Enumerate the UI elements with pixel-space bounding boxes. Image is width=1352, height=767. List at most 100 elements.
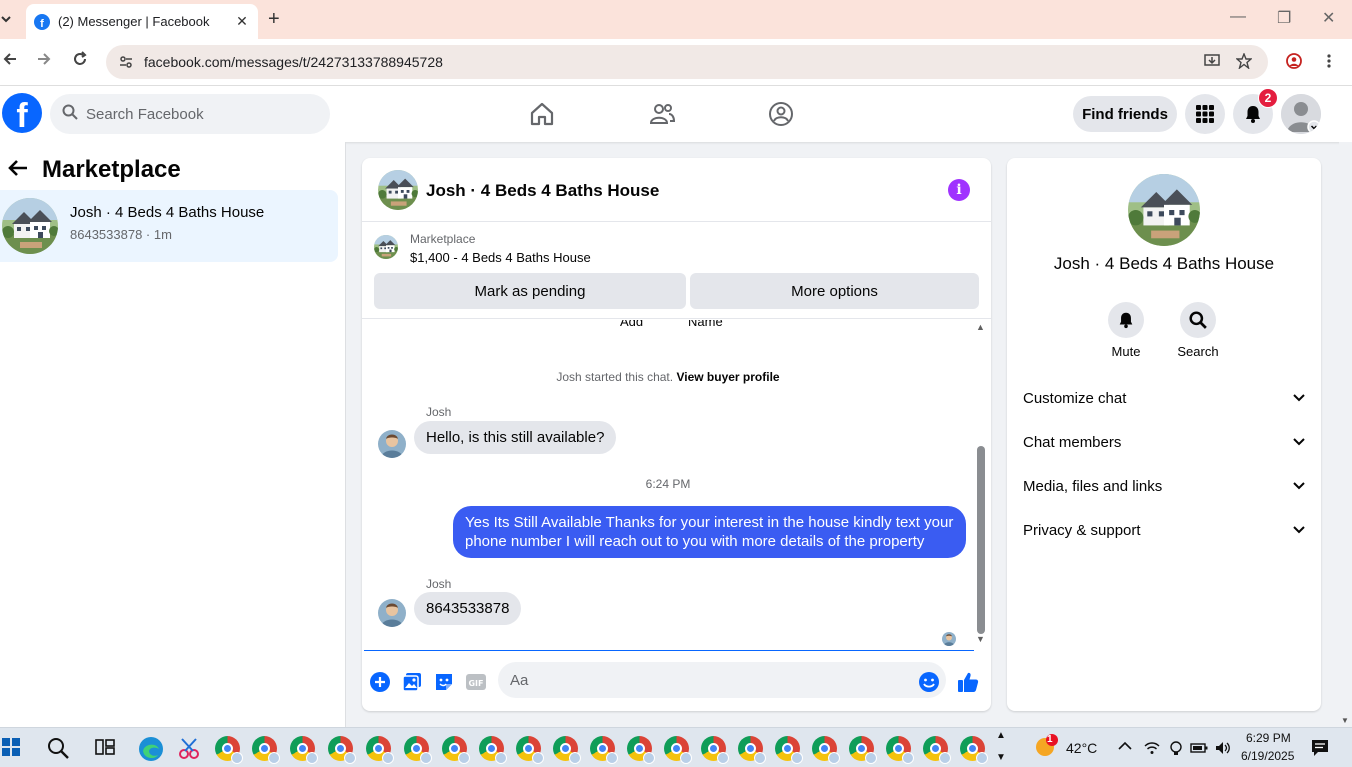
- chat-header-thumbnail[interactable]: [378, 170, 418, 210]
- browser-menu-icon[interactable]: [1326, 53, 1332, 74]
- outgoing-message[interactable]: Yes Its Still Available Thanks for your …: [453, 506, 966, 558]
- edge-icon[interactable]: [138, 736, 164, 762]
- chrome-profile-icon[interactable]: [849, 736, 877, 764]
- clock-date[interactable]: 6/19/2025: [1241, 749, 1294, 763]
- page-scrollbar[interactable]: ▼: [1339, 142, 1352, 727]
- details-thumbnail[interactable]: [1128, 174, 1200, 246]
- chrome-profile-icon[interactable]: [442, 736, 470, 764]
- back-arrow-icon[interactable]: [8, 157, 28, 183]
- tab-close-icon[interactable]: ✕: [234, 13, 250, 30]
- home-icon[interactable]: [528, 100, 556, 128]
- view-buyer-profile-link[interactable]: View buyer profile: [676, 370, 779, 384]
- restore-icon[interactable]: ❐: [1277, 8, 1291, 28]
- chat-title[interactable]: Josh · 4 Beds 4 Baths House: [426, 181, 659, 201]
- message-input[interactable]: [510, 671, 900, 689]
- system-tray-chevron-icon[interactable]: [1118, 738, 1132, 754]
- minimize-icon[interactable]: —: [1230, 8, 1246, 26]
- incoming-message[interactable]: 8643533878: [414, 592, 522, 625]
- thumbs-up-icon[interactable]: [956, 670, 980, 694]
- chrome-profile-icon[interactable]: [516, 736, 544, 764]
- chrome-profile-icon[interactable]: [701, 736, 729, 764]
- message-input-box[interactable]: [498, 662, 946, 698]
- search-chat-button[interactable]: Search: [1163, 302, 1233, 359]
- info-icon[interactable]: i: [948, 179, 970, 201]
- mark-as-pending-button[interactable]: Mark as pending: [374, 273, 686, 309]
- close-window-icon[interactable]: ✕: [1322, 8, 1335, 28]
- conversation-item[interactable]: Josh · 4 Beds 4 Baths House 8643533878 ·…: [0, 190, 338, 262]
- facebook-search-input[interactable]: [86, 105, 306, 123]
- chat-header: Josh · 4 Beds 4 Baths House i: [362, 158, 991, 222]
- site-settings-icon[interactable]: [118, 54, 134, 70]
- chrome-profile-icon[interactable]: [479, 736, 507, 764]
- chat-members-section[interactable]: Chat members: [1023, 424, 1305, 460]
- sender-name: Josh: [426, 405, 452, 419]
- new-tab-icon[interactable]: +: [268, 8, 280, 31]
- back-icon[interactable]: [2, 51, 18, 72]
- chrome-profile-icon[interactable]: [664, 736, 692, 764]
- media-files-links-section[interactable]: Media, files and links: [1023, 468, 1305, 504]
- network-icon[interactable]: [1168, 740, 1184, 756]
- message-scrollbar[interactable]: ▲ ▼: [974, 322, 988, 650]
- chrome-profile-icon[interactable]: [960, 736, 988, 764]
- attach-photo-icon[interactable]: [400, 670, 424, 694]
- taskbar-overflow-up-icon[interactable]: ▲: [996, 730, 1006, 741]
- battery-icon[interactable]: [1190, 740, 1208, 756]
- chrome-profile-icon[interactable]: [553, 736, 581, 764]
- facebook-favicon-icon: f: [34, 13, 50, 30]
- sticker-icon[interactable]: [432, 670, 456, 694]
- snipping-tool-icon[interactable]: [176, 736, 202, 762]
- profile-icon[interactable]: [1286, 53, 1302, 74]
- sender-avatar[interactable]: [378, 599, 406, 627]
- clock-time[interactable]: 6:29 PM: [1246, 731, 1291, 745]
- chrome-profile-icon[interactable]: [812, 736, 840, 764]
- browser-tab[interactable]: f (2) Messenger | Facebook ✕: [26, 4, 258, 39]
- listing-price-title[interactable]: $1,400 - 4 Beds 4 Baths House: [410, 250, 591, 265]
- install-app-icon[interactable]: [1204, 53, 1220, 74]
- groups-icon[interactable]: [767, 100, 795, 128]
- chrome-profile-icon[interactable]: [328, 736, 356, 764]
- chrome-profile-icon[interactable]: [590, 736, 618, 764]
- windows-start-icon[interactable]: [2, 738, 20, 756]
- chrome-profile-icon[interactable]: [627, 736, 655, 764]
- facebook-search[interactable]: [50, 94, 330, 134]
- emoji-icon[interactable]: [917, 670, 941, 694]
- chrome-profile-icon[interactable]: [404, 736, 432, 764]
- reload-icon[interactable]: [72, 51, 88, 72]
- chrome-profile-icon[interactable]: [215, 736, 243, 764]
- more-actions-plus-icon[interactable]: [368, 670, 392, 694]
- tab-search-chevron-icon[interactable]: [0, 9, 14, 29]
- chrome-profile-icon[interactable]: [738, 736, 766, 764]
- customize-chat-section[interactable]: Customize chat: [1023, 380, 1305, 416]
- incoming-message[interactable]: Hello, is this still available?: [414, 421, 617, 454]
- search-icon[interactable]: [46, 736, 72, 762]
- forward-icon[interactable]: [36, 51, 52, 72]
- page-scroll-down-icon[interactable]: ▼: [1341, 716, 1349, 725]
- more-options-button[interactable]: More options: [690, 273, 979, 309]
- wifi-icon[interactable]: [1144, 740, 1160, 756]
- mute-button[interactable]: Mute: [1091, 302, 1161, 359]
- privacy-support-section[interactable]: Privacy & support: [1023, 512, 1305, 548]
- chevron-down-icon: [1293, 523, 1305, 537]
- chrome-profile-icon[interactable]: [290, 736, 318, 764]
- scrollbar-thumb[interactable]: [977, 446, 985, 634]
- bookmark-star-icon[interactable]: [1235, 52, 1253, 74]
- volume-icon[interactable]: [1214, 740, 1232, 756]
- facebook-logo-icon[interactable]: f: [2, 93, 42, 133]
- menu-grid-button[interactable]: [1185, 94, 1225, 134]
- find-friends-button[interactable]: Find friends: [1073, 96, 1177, 132]
- gif-icon[interactable]: GIF: [464, 670, 488, 694]
- task-view-icon[interactable]: [94, 736, 120, 762]
- chrome-profile-icon[interactable]: [923, 736, 951, 764]
- friends-icon[interactable]: [648, 100, 676, 128]
- notification-center-icon[interactable]: [1310, 738, 1330, 758]
- taskbar-overflow-down-icon[interactable]: ▼: [996, 752, 1006, 763]
- sender-avatar[interactable]: [378, 430, 406, 458]
- url-bar[interactable]: facebook.com/messages/t/2427313378894572…: [106, 45, 1268, 79]
- scroll-down-icon[interactable]: ▼: [976, 634, 985, 644]
- chrome-profile-icon[interactable]: [886, 736, 914, 764]
- chrome-profile-icon[interactable]: [252, 736, 280, 764]
- chrome-profile-icon[interactable]: [366, 736, 394, 764]
- scroll-up-icon[interactable]: ▲: [976, 322, 985, 332]
- chrome-profile-icon[interactable]: [775, 736, 803, 764]
- account-avatar[interactable]: [1281, 94, 1321, 134]
